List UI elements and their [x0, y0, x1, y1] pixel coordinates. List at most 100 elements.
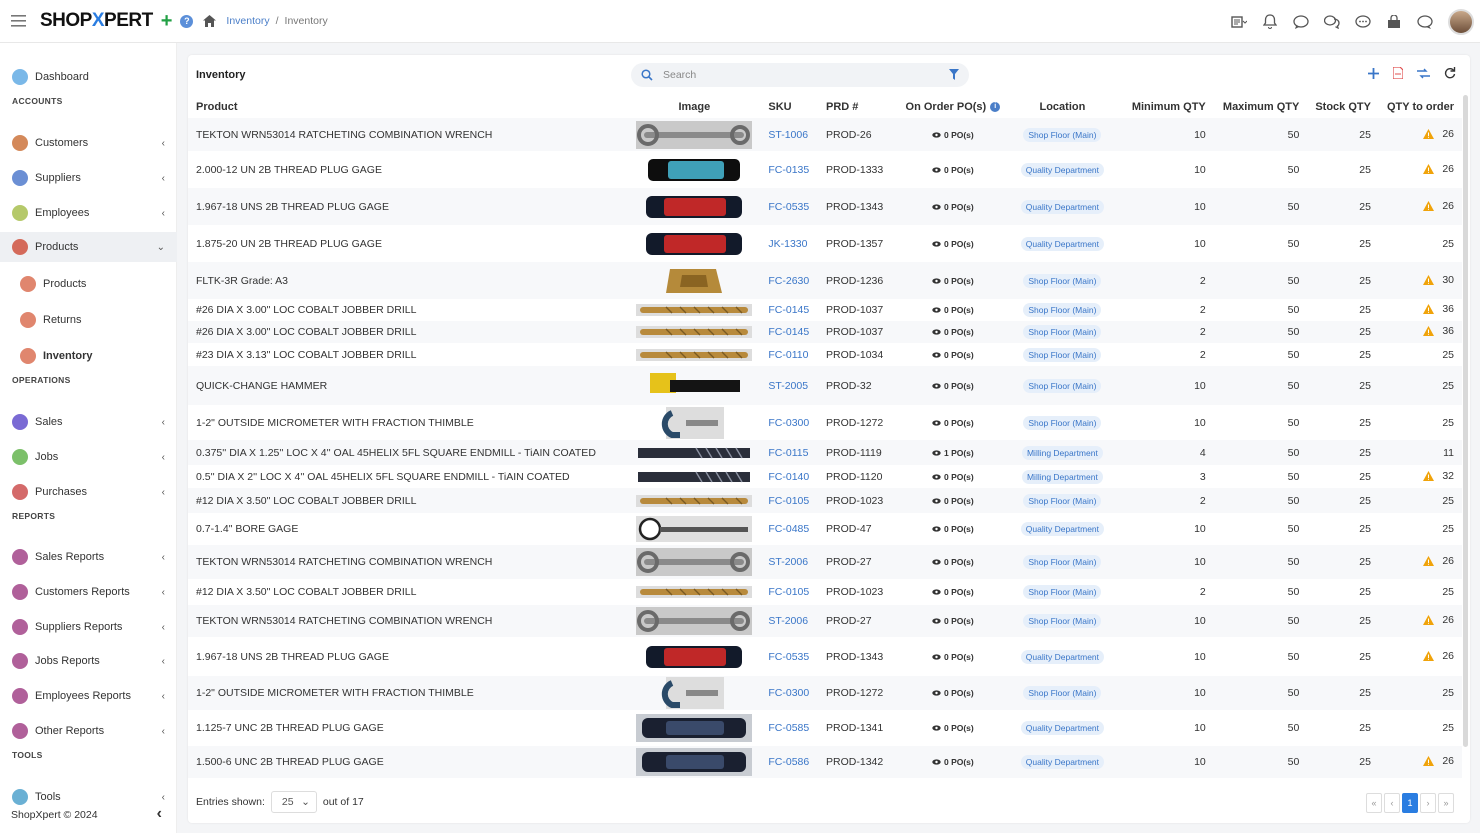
po-badge[interactable]: 0 PO(s): [932, 305, 974, 315]
po-badge[interactable]: 0 PO(s): [932, 418, 974, 428]
brand-logo[interactable]: SHOPXPERT: [40, 10, 153, 32]
sidebar-item-employees-reports[interactable]: Employees Reports ‹: [0, 681, 177, 711]
table-row[interactable]: 0.5'' DIA X 2'' LOC X 4'' OAL 45HELIX 5F…: [188, 465, 1462, 488]
col-product[interactable]: Product: [188, 95, 628, 118]
col-image[interactable]: Image: [628, 95, 760, 118]
table-row[interactable]: #23 DIA X 3.13" LOC COBALT JOBBER DRILL F…: [188, 343, 1462, 366]
cell-sku-link[interactable]: FC-0485: [760, 513, 818, 545]
table-row[interactable]: #12 DIA X 3.50" LOC COBALT JOBBER DRILL F…: [188, 579, 1462, 605]
po-badge[interactable]: 0 PO(s): [932, 688, 974, 698]
table-row[interactable]: TEKTON WRN53014 RATCHETING COMBINATION W…: [188, 605, 1462, 637]
cell-on-order[interactable]: 0 PO(s): [897, 366, 1009, 405]
sort-columns-icon[interactable]: [1417, 68, 1430, 79]
cell-on-order[interactable]: 0 PO(s): [897, 488, 1009, 513]
cell-on-order[interactable]: 0 PO(s): [897, 321, 1009, 343]
col-stock-qty[interactable]: Stock QTY: [1307, 95, 1379, 118]
cell-sku-link[interactable]: JK-1330: [760, 225, 818, 262]
refresh-icon[interactable]: [1444, 67, 1456, 79]
table-row[interactable]: 1.125-7 UNC 2B THREAD PLUG GAGE FC-0585 PR…: [188, 710, 1462, 746]
cell-sku-link[interactable]: FC-0535: [760, 188, 819, 225]
cell-sku-link[interactable]: ST-2006: [760, 545, 819, 579]
cell-sku-link[interactable]: FC-0535: [760, 637, 818, 676]
table-row[interactable]: FLTK-3R Grade: A3 FC-2630 PROD-1236 0 PO(s)…: [188, 262, 1462, 299]
col-max-qty[interactable]: Maximum QTY: [1214, 95, 1308, 118]
sidebar-item-suppliers-reports[interactable]: Suppliers Reports ‹: [0, 612, 177, 642]
col-on-order[interactable]: On Order PO(s) i: [898, 95, 1009, 118]
sidebar-item-products-sub[interactable]: Products: [0, 269, 177, 299]
po-badge[interactable]: 0 PO(s): [932, 130, 974, 140]
po-badge[interactable]: 0 PO(s): [932, 723, 974, 733]
cell-sku-link[interactable]: ST-1006: [760, 118, 819, 151]
po-badge[interactable]: 0 PO(s): [932, 557, 974, 567]
po-badge[interactable]: 0 PO(s): [932, 587, 974, 597]
cell-on-order[interactable]: 1 PO(s): [897, 440, 1009, 465]
cell-sku-link[interactable]: FC-0140: [760, 465, 818, 488]
hamburger-menu-icon[interactable]: [0, 0, 36, 43]
po-badge[interactable]: 0 PO(s): [932, 239, 974, 249]
cell-sku-link[interactable]: FC-2630: [760, 262, 819, 299]
table-row[interactable]: 2.000-12 UN 2B THREAD PLUG GAGE FC-0135 PR…: [188, 151, 1462, 188]
cell-on-order[interactable]: 0 PO(s): [897, 262, 1009, 299]
cell-on-order[interactable]: 0 PO(s): [897, 118, 1009, 151]
table-row[interactable]: 0.375'' DIA X 1.25'' LOC X 4'' OAL 45HEL…: [188, 440, 1462, 465]
cell-on-order[interactable]: 0 PO(s): [897, 605, 1009, 637]
support-chat-icon[interactable]: [1417, 14, 1433, 30]
sidebar-item-purchases[interactable]: Purchases ‹: [0, 477, 177, 507]
po-badge[interactable]: 0 PO(s): [932, 652, 974, 662]
cell-on-order[interactable]: 0 PO(s): [897, 545, 1009, 579]
page-1-button[interactable]: 1: [1402, 793, 1418, 813]
filter-icon[interactable]: [949, 69, 959, 80]
sidebar-item-returns-sub[interactable]: Returns: [0, 305, 177, 335]
table-row[interactable]: 1.967-18 UNS 2B THREAD PLUG GAGE FC-0535 P…: [188, 637, 1462, 676]
last-page-button[interactable]: »: [1438, 793, 1454, 813]
cell-on-order[interactable]: 0 PO(s): [897, 746, 1009, 778]
sidebar-item-other-reports[interactable]: Other Reports ‹: [0, 716, 177, 746]
cell-sku-link[interactable]: FC-0586: [760, 746, 819, 778]
cell-sku-link[interactable]: FC-0105: [760, 579, 818, 605]
col-qty-to-order[interactable]: QTY to order: [1379, 95, 1462, 118]
sidebar-item-jobs-reports[interactable]: Jobs Reports ‹: [0, 646, 177, 676]
col-sku[interactable]: SKU: [760, 95, 818, 118]
table-row[interactable]: #26 DIA X 3.00" LOC COBALT JOBBER DRILL F…: [188, 299, 1462, 321]
entries-select[interactable]: 25 ⌄: [270, 791, 317, 813]
sidebar-item-suppliers[interactable]: Suppliers ‹: [0, 163, 177, 193]
po-badge[interactable]: 0 PO(s): [932, 165, 974, 175]
cell-sku-link[interactable]: FC-0105: [760, 488, 819, 513]
table-row[interactable]: TEKTON WRN53014 RATCHETING COMBINATION W…: [188, 545, 1462, 579]
quick-add-icon[interactable]: +: [161, 10, 173, 33]
po-badge[interactable]: 0 PO(s): [932, 496, 974, 506]
sidebar-item-sales-reports[interactable]: Sales Reports ‹: [0, 542, 177, 572]
po-badge[interactable]: 1 PO(s): [932, 448, 974, 458]
cell-sku-link[interactable]: FC-0145: [760, 321, 819, 343]
cell-sku-link[interactable]: FC-0115: [760, 440, 819, 465]
cell-sku-link[interactable]: FC-0300: [760, 405, 818, 440]
sidebar-item-sales[interactable]: Sales ‹: [0, 407, 177, 437]
sidebar-item-tools[interactable]: Tools ‹: [0, 782, 177, 812]
table-row[interactable]: #12 DIA X 3.50" LOC COBALT JOBBER DRILL F…: [188, 488, 1462, 513]
cell-on-order[interactable]: 0 PO(s): [898, 343, 1009, 366]
po-badge[interactable]: 0 PO(s): [932, 524, 974, 534]
po-badge[interactable]: 0 PO(s): [932, 381, 974, 391]
cell-on-order[interactable]: 0 PO(s): [898, 299, 1009, 321]
col-prd[interactable]: PRD #: [818, 95, 898, 118]
po-badge[interactable]: 0 PO(s): [932, 757, 974, 767]
sidebar-item-customers-reports[interactable]: Customers Reports ‹: [0, 577, 177, 607]
prev-page-button[interactable]: ‹: [1384, 793, 1400, 813]
language-switch-icon[interactable]: [1231, 14, 1247, 30]
pdf-export-icon[interactable]: [1393, 67, 1403, 79]
cell-sku-link[interactable]: FC-0585: [760, 710, 818, 746]
sidebar-item-inventory-sub[interactable]: Inventory: [0, 341, 177, 371]
table-scrollbar[interactable]: [1463, 95, 1468, 747]
cell-sku-link[interactable]: FC-0145: [760, 299, 818, 321]
col-location[interactable]: Location: [1008, 95, 1116, 118]
table-row[interactable]: TEKTON WRN53014 RATCHETING COMBINATION W…: [188, 118, 1462, 151]
table-row[interactable]: 1-2" OUTSIDE MICROMETER WITH FRACTION TH…: [188, 405, 1462, 440]
next-page-button[interactable]: ›: [1420, 793, 1436, 813]
po-badge[interactable]: 0 PO(s): [932, 350, 974, 360]
cell-on-order[interactable]: 0 PO(s): [898, 405, 1009, 440]
sidebar-item-employees[interactable]: Employees ‹: [0, 198, 177, 228]
cell-on-order[interactable]: 0 PO(s): [898, 637, 1009, 676]
table-row[interactable]: 1.875-20 UN 2B THREAD PLUG GAGE JK-1330 PR…: [188, 225, 1462, 262]
conversations-icon[interactable]: [1324, 14, 1340, 30]
po-badge[interactable]: 0 PO(s): [932, 472, 974, 482]
